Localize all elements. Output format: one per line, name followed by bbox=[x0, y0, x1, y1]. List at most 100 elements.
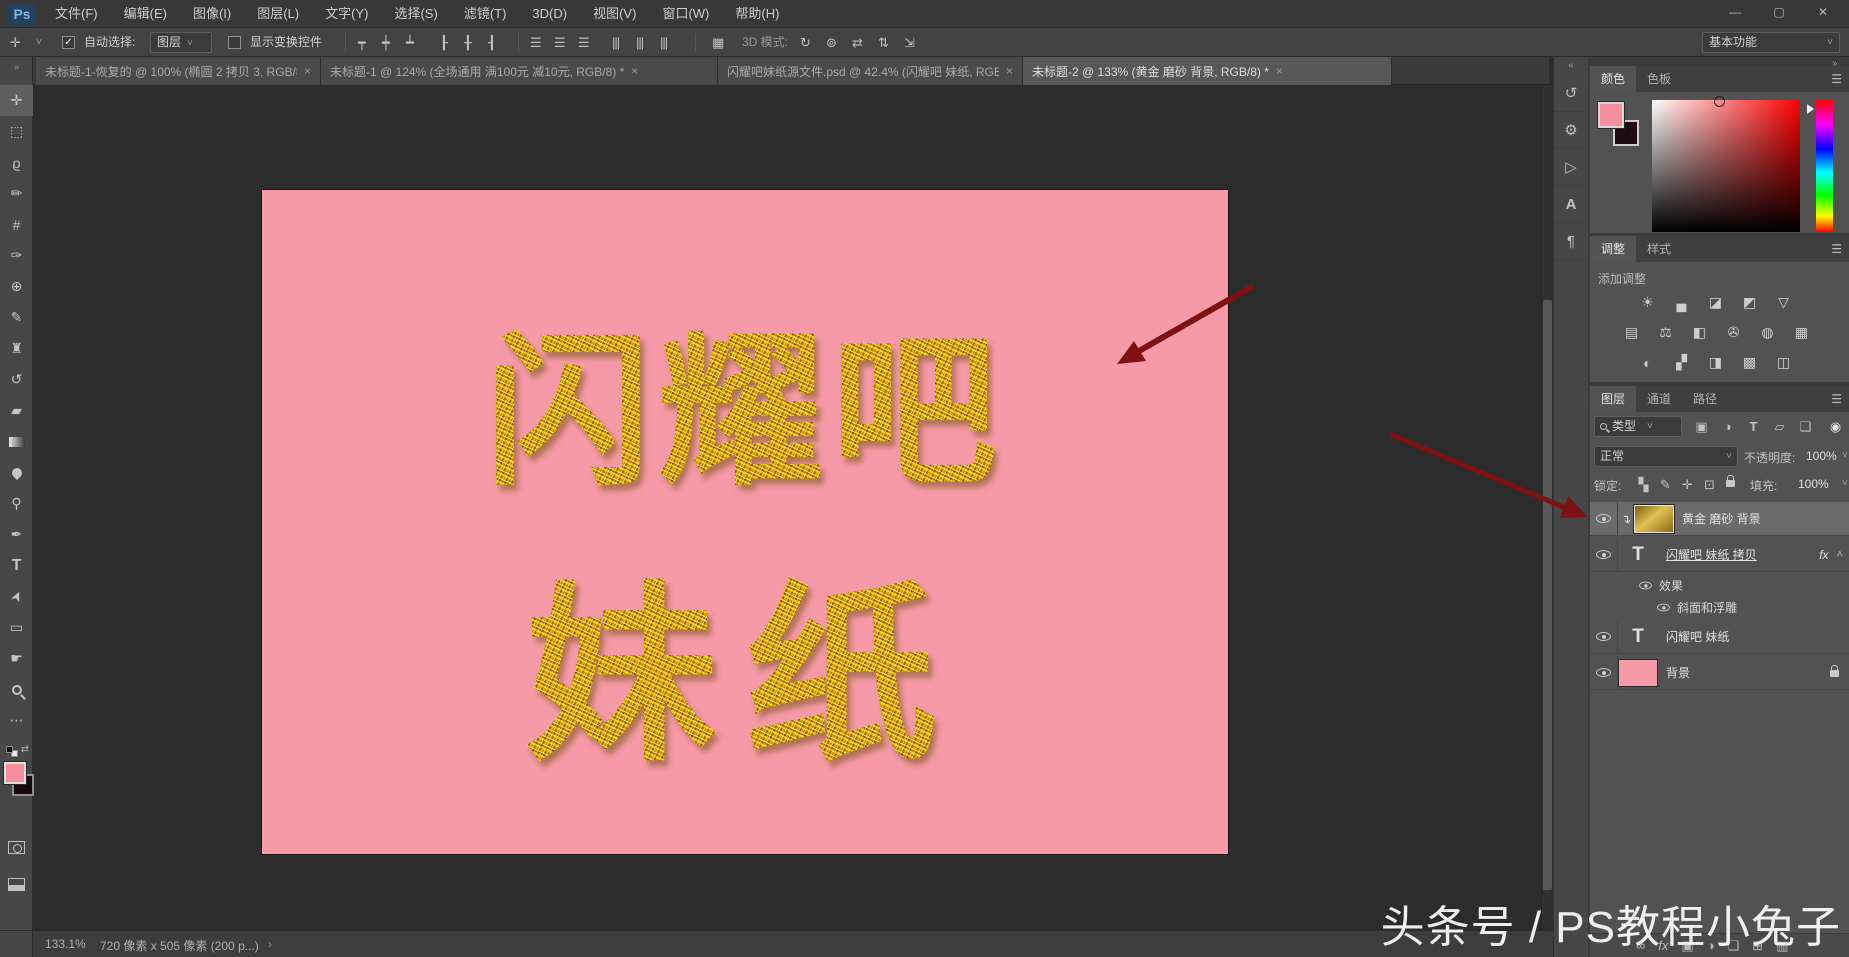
blur-tool[interactable] bbox=[0, 457, 33, 488]
gradient-tool[interactable] bbox=[0, 426, 33, 457]
show-transform-checkbox[interactable] bbox=[228, 36, 241, 49]
collapse-toolbar-icon[interactable]: » bbox=[0, 57, 32, 77]
align-hcenter-icon[interactable]: ╂ bbox=[464, 28, 472, 57]
close-tab-icon[interactable]: × bbox=[304, 64, 311, 78]
distribute-right-icon[interactable]: ||| bbox=[660, 28, 667, 57]
minimize-button[interactable]: — bbox=[1713, 0, 1757, 25]
brightness-contrast-icon[interactable]: ☀ bbox=[1636, 292, 1659, 313]
properties-icon[interactable]: ⚙ bbox=[1554, 112, 1588, 149]
posterize-icon[interactable]: ▞ bbox=[1670, 352, 1693, 373]
tab-layers[interactable]: 图层 bbox=[1590, 386, 1636, 412]
visibility-toggle[interactable] bbox=[1590, 538, 1618, 571]
collapse-effects-icon[interactable]: ˄ bbox=[1837, 549, 1843, 561]
color-picker-ring[interactable] bbox=[1714, 96, 1725, 107]
crop-tool[interactable]: # bbox=[0, 209, 33, 240]
document-tab-4-active[interactable]: 未标题-2 @ 133% (黄金 磨砂 背景, RGB/8) * × bbox=[1023, 57, 1392, 85]
vibrance-icon[interactable]: ▽ bbox=[1772, 292, 1795, 313]
lasso-tool[interactable]: ϱ bbox=[0, 147, 33, 178]
layer-name[interactable]: 闪耀吧 妹纸 bbox=[1666, 628, 1729, 645]
distribute-spacing-icon[interactable]: ▦ bbox=[712, 28, 724, 57]
chevron-down-icon[interactable]: ˅ bbox=[1842, 478, 1848, 489]
type-tool[interactable]: T bbox=[0, 550, 33, 581]
zoom-level[interactable]: 133.1% bbox=[45, 937, 86, 951]
filter-pixel-icon[interactable]: ▣ bbox=[1690, 416, 1713, 437]
distribute-vcenter-icon[interactable]: ☰ bbox=[554, 28, 566, 57]
visibility-toggle[interactable] bbox=[1590, 656, 1618, 689]
document-tab-2[interactable]: 未标题-1 @ 124% (全场通用 满100元 减10元, RGB/8) * … bbox=[321, 57, 718, 85]
menu-filter[interactable]: 滤镜(T) bbox=[451, 0, 520, 28]
black-white-icon[interactable]: ◧ bbox=[1688, 322, 1711, 343]
eraser-tool[interactable]: ▰ bbox=[0, 395, 33, 426]
threshold-icon[interactable]: ◨ bbox=[1704, 352, 1727, 373]
menu-file[interactable]: 文件(F) bbox=[42, 0, 111, 28]
menu-3d[interactable]: 3D(D) bbox=[519, 0, 580, 28]
document-tab-3[interactable]: 闪耀吧妹纸源文件.psd @ 42.4% (闪耀吧 妹纸, RGB/8) * × bbox=[718, 57, 1023, 85]
align-bottom-icon[interactable]: ┷ bbox=[406, 28, 414, 57]
saturation-brightness-field[interactable] bbox=[1652, 100, 1800, 232]
distribute-top-icon[interactable]: ☰ bbox=[530, 28, 542, 57]
menu-edit[interactable]: 编辑(E) bbox=[111, 0, 180, 28]
gradient-map-icon[interactable]: ▩ bbox=[1738, 352, 1761, 373]
levels-icon[interactable]: ▄ bbox=[1670, 292, 1693, 313]
menu-image[interactable]: 图像(I) bbox=[180, 0, 244, 28]
tab-styles[interactable]: 样式 bbox=[1636, 236, 1682, 262]
align-right-icon[interactable]: ┨ bbox=[488, 28, 496, 57]
bevel-emboss-row[interactable]: 斜面和浮雕 bbox=[1590, 596, 1849, 618]
vertical-scrollbar-thumb[interactable] bbox=[1543, 300, 1552, 890]
close-tab-icon[interactable]: × bbox=[1006, 64, 1013, 78]
menu-layer[interactable]: 图层(L) bbox=[244, 0, 312, 28]
effects-row[interactable]: 效果 bbox=[1590, 574, 1849, 596]
menu-type[interactable]: 文字(Y) bbox=[312, 0, 381, 28]
layer-filter-type-dropdown[interactable]: 类型 ˅ bbox=[1594, 416, 1682, 437]
actions-icon[interactable]: ▷ bbox=[1554, 149, 1588, 186]
distribute-bottom-icon[interactable]: ☰ bbox=[578, 28, 590, 57]
color-balance-icon[interactable]: ⚖ bbox=[1654, 322, 1677, 343]
layer-row-background[interactable]: 背景 bbox=[1590, 656, 1849, 690]
vertical-scrollbar[interactable] bbox=[1541, 85, 1553, 930]
align-left-icon[interactable]: ┠ bbox=[440, 28, 448, 57]
lock-pixels-icon[interactable]: ✎ bbox=[1654, 474, 1677, 495]
zoom-tool[interactable] bbox=[0, 674, 33, 705]
visibility-toggle[interactable] bbox=[1590, 620, 1618, 653]
default-colors-icon[interactable] bbox=[6, 746, 13, 753]
history-icon[interactable]: ↺ bbox=[1554, 75, 1588, 112]
spot-healing-tool[interactable]: ⊕ bbox=[0, 271, 33, 302]
history-brush-tool[interactable]: ↺ bbox=[0, 364, 33, 395]
eye-icon[interactable] bbox=[1657, 603, 1670, 611]
screen-mode-button[interactable] bbox=[0, 869, 33, 900]
layer-name[interactable]: 闪耀吧 妹纸 拷贝 bbox=[1666, 546, 1757, 563]
filter-smart-object-icon[interactable]: ❑ bbox=[1794, 416, 1817, 437]
3d-pan-icon[interactable]: ⇄ bbox=[852, 28, 863, 57]
3d-slide-icon[interactable]: ⇅ bbox=[878, 28, 889, 57]
panel-menu-icon[interactable]: ☰ bbox=[1831, 386, 1842, 412]
quick-selection-tool[interactable]: ✏ bbox=[0, 178, 33, 209]
document-canvas[interactable]: 闪耀吧 妹纸 bbox=[262, 190, 1228, 854]
layer-thumbnail[interactable] bbox=[1634, 505, 1674, 533]
move-tool[interactable]: ✛ bbox=[0, 85, 33, 116]
3d-scale-icon[interactable]: ⇲ bbox=[904, 28, 915, 57]
filter-pin-icon[interactable]: ◉ bbox=[1824, 416, 1847, 437]
invert-icon[interactable]: ◐ bbox=[1636, 352, 1659, 373]
tab-adjustments[interactable]: 调整 bbox=[1590, 236, 1636, 262]
layer-row-text-copy[interactable]: T 闪耀吧 妹纸 拷贝 fx ˄ bbox=[1590, 538, 1849, 572]
layer-row-text[interactable]: T 闪耀吧 妹纸 bbox=[1590, 620, 1849, 654]
move-tool-option-icon[interactable]: ✛ bbox=[10, 28, 21, 57]
photo-filter-icon[interactable]: ✇ bbox=[1722, 322, 1745, 343]
close-tab-icon[interactable]: × bbox=[1276, 64, 1283, 78]
dodge-tool[interactable]: ⚲ bbox=[0, 488, 33, 519]
auto-select-target-dropdown[interactable]: 图层˅ bbox=[150, 32, 212, 53]
layer-row-gold-background[interactable]: ↴ 黄金 磨砂 背景 bbox=[1590, 502, 1849, 536]
path-selection-tool[interactable]: ➤ bbox=[0, 581, 33, 612]
foreground-color-well[interactable] bbox=[1598, 102, 1624, 128]
pen-tool[interactable]: ✒ bbox=[0, 519, 33, 550]
selective-color-icon[interactable]: ◫ bbox=[1772, 352, 1795, 373]
brush-tool[interactable]: ✎ bbox=[0, 302, 33, 333]
close-button[interactable]: ✕ bbox=[1801, 0, 1845, 25]
clone-stamp-tool[interactable]: ♜ bbox=[0, 333, 33, 364]
expand-panels-icon[interactable]: « bbox=[1554, 57, 1588, 75]
fill-value[interactable]: 100% bbox=[1798, 477, 1829, 491]
eye-icon[interactable] bbox=[1639, 581, 1652, 589]
auto-select-checkbox[interactable]: ✓ bbox=[62, 36, 75, 49]
exposure-icon[interactable]: ◩ bbox=[1738, 292, 1761, 313]
lock-position-icon[interactable]: ✛ bbox=[1676, 474, 1699, 495]
